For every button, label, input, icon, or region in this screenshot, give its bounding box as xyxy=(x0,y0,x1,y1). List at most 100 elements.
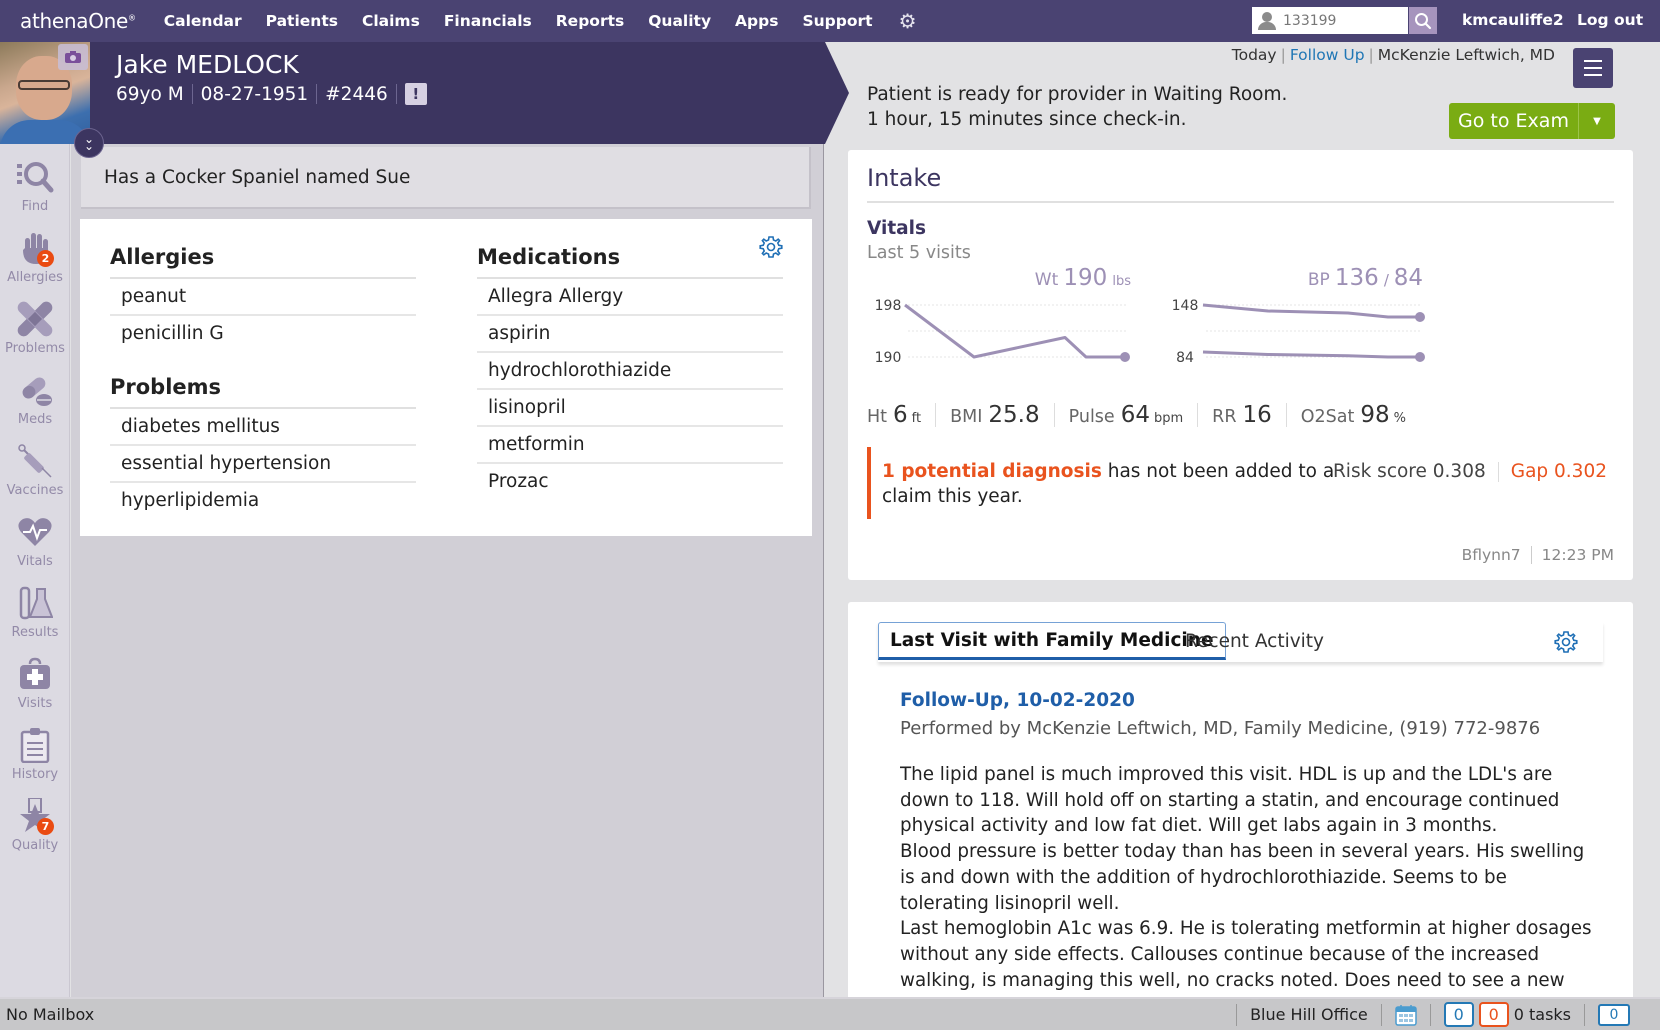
visit-link[interactable]: Follow-Up, 10-02-2020 xyxy=(900,690,1135,711)
status-line-1: Patient is ready for provider in Waiting… xyxy=(867,84,1288,105)
list-item[interactable]: Allegra Allergy xyxy=(477,279,783,316)
encounter-when: Today xyxy=(1231,46,1277,64)
sidebar-label: Problems xyxy=(5,341,65,356)
weight-tick-bottom: 190 xyxy=(875,350,902,366)
summary-settings-gear-icon[interactable] xyxy=(759,235,783,259)
encounter-summary: Today | Follow Up | McKenzie Leftwich, MD xyxy=(1231,46,1555,64)
divider xyxy=(395,84,397,104)
sidebar-item-meds[interactable]: Meds xyxy=(0,370,70,438)
list-item[interactable]: peanut xyxy=(110,279,416,316)
messages-speech-bubble-icon[interactable]: 0 xyxy=(1598,1003,1630,1026)
patient-demographics: 69yo M 08-27-1951 #2446 ! xyxy=(116,83,427,105)
list-item[interactable]: hyperlipidemia xyxy=(110,483,416,520)
bp-chart: BP 136 / 84 148 84 xyxy=(1172,265,1425,366)
encounter-type-link[interactable]: Follow Up xyxy=(1290,46,1365,64)
nav-reports[interactable]: Reports xyxy=(556,12,624,30)
patient-note[interactable]: Has a Cocker Spaniel named Sue xyxy=(81,147,811,209)
vitals-title[interactable]: Vitals xyxy=(867,218,926,239)
tab-recent-activity[interactable]: Recent Activity xyxy=(1174,622,1335,660)
sidebar-label: Allergies xyxy=(7,270,63,285)
sidebar-item-quality[interactable]: 7 Quality xyxy=(0,796,70,864)
divider xyxy=(1197,403,1199,427)
sidebar-item-problems[interactable]: Problems xyxy=(0,299,70,367)
status-line-2: 1 hour, 15 minutes since check-in. xyxy=(867,109,1187,130)
pill-icon xyxy=(15,370,55,410)
exam-dropdown-caret-icon[interactable]: ▼ xyxy=(1579,103,1615,139)
nav-support[interactable]: Support xyxy=(802,12,872,30)
search-button[interactable] xyxy=(1409,7,1437,34)
weight-unit: lbs xyxy=(1112,274,1131,289)
sidebar-item-results[interactable]: Results xyxy=(0,583,70,651)
visit-performed-by: Performed by McKenzie Leftwich, MD, Fami… xyxy=(900,718,1541,739)
nav-apps[interactable]: Apps xyxy=(735,12,778,30)
divider xyxy=(1584,1003,1585,1026)
inbox-count-orange[interactable]: 0 xyxy=(1478,1002,1509,1027)
patient-id: #2446 xyxy=(325,83,388,105)
patient-search-field[interactable] xyxy=(1252,7,1408,34)
find-icon xyxy=(15,157,55,197)
sidebar-item-allergies[interactable]: 2 Allergies xyxy=(0,228,70,296)
bp-systolic-value: 136 xyxy=(1335,265,1379,291)
camera-icon[interactable] xyxy=(58,44,88,70)
sidebar-item-visits[interactable]: Visits xyxy=(0,654,70,722)
list-item[interactable]: Prozac xyxy=(477,464,783,501)
inbox-count-blue[interactable]: 0 xyxy=(1443,1002,1474,1027)
athenaone-logo[interactable]: athenaOne® xyxy=(20,9,136,33)
nav-financials[interactable]: Financials xyxy=(444,12,532,30)
list-item[interactable]: diabetes mellitus xyxy=(110,409,416,446)
nav-claims[interactable]: Claims xyxy=(362,12,420,30)
visit-settings-gear-icon[interactable] xyxy=(1554,630,1578,654)
hand-icon: 2 xyxy=(15,228,55,268)
calendar-icon[interactable] xyxy=(1394,1004,1417,1026)
sidebar-label: History xyxy=(11,767,59,782)
mailbox-status[interactable]: No Mailbox xyxy=(6,1005,94,1024)
go-to-exam-button[interactable]: Go to Exam xyxy=(1449,103,1579,139)
settings-gear-icon[interactable]: ⚙ xyxy=(899,9,917,33)
divider xyxy=(935,403,937,427)
nav-calendar[interactable]: Calendar xyxy=(164,12,242,30)
sidebar-item-history[interactable]: History xyxy=(0,725,70,793)
bp-label: BP xyxy=(1308,270,1330,290)
office-name[interactable]: Blue Hill Office xyxy=(1250,1005,1368,1024)
list-item[interactable]: penicillin G xyxy=(110,316,416,353)
nav-quality[interactable]: Quality xyxy=(648,12,711,30)
divider xyxy=(1380,1003,1382,1026)
vital-rr: RR 16 xyxy=(1212,402,1272,428)
quality-badge: 7 xyxy=(37,818,54,835)
sidebar-item-find[interactable]: Find xyxy=(0,157,70,225)
logout-link[interactable]: Log out xyxy=(1577,11,1643,29)
expand-chevrons-icon[interactable]: ⌄ ⌄ xyxy=(74,128,104,158)
problems-section: Problems diabetes mellitus essential hyp… xyxy=(110,369,416,520)
vital-o2sat: O2Sat 98% xyxy=(1300,402,1407,428)
list-item[interactable]: hydrochlorothiazide xyxy=(477,353,783,390)
potential-diagnosis-link[interactable]: 1 potential diagnosis xyxy=(882,461,1102,482)
sidebar-item-vaccines[interactable]: Vaccines xyxy=(0,441,70,509)
vitals-trend-charts[interactable]: Wt 190 lbs 198 190 BP 136 / 84 148 84 xyxy=(848,260,1633,400)
username-link[interactable]: kmcauliffe2 xyxy=(1462,11,1564,29)
list-item[interactable]: essential hypertension xyxy=(110,446,416,483)
syringe-icon xyxy=(15,441,55,481)
intake-title: Intake xyxy=(867,164,942,192)
list-item[interactable]: metformin xyxy=(477,427,783,464)
summary-lists-card: Allergies peanut penicillin G Problems d… xyxy=(80,219,812,536)
chart-sidebar: Find 2 Allergies Problems Meds Vaccines … xyxy=(0,144,70,997)
nav-patients[interactable]: Patients xyxy=(266,12,338,30)
intake-card: Intake Vitals Last 5 visits Wt 190 lbs 1… xyxy=(848,150,1633,580)
vitals-summary-row: Ht 6 ft BMI 25.8 Pulse 64 bpm RR 16 O2Sat 98% xyxy=(867,402,1406,428)
sidebar-item-vitals[interactable]: Vitals xyxy=(0,512,70,580)
list-item[interactable]: aspirin xyxy=(477,316,783,353)
tasks-count[interactable]: 0 tasks xyxy=(1514,1005,1571,1024)
sidebar-label: Vitals xyxy=(17,554,53,569)
bp-diastolic-value: 84 xyxy=(1394,265,1423,291)
list-item[interactable]: lisinopril xyxy=(477,390,783,427)
clipboard-icon xyxy=(15,725,55,765)
divider xyxy=(316,84,318,104)
sidebar-label: Quality xyxy=(11,838,59,853)
alert-flag-icon[interactable]: ! xyxy=(404,83,427,105)
patient-search-input[interactable] xyxy=(1283,12,1403,29)
bp-systolic-line xyxy=(1202,303,1420,319)
hamburger-menu-button[interactable] xyxy=(1573,48,1613,88)
person-icon xyxy=(1257,11,1277,31)
weight-chart: Wt 190 lbs 198 190 xyxy=(875,265,1132,366)
problems-title: Problems xyxy=(110,369,416,409)
